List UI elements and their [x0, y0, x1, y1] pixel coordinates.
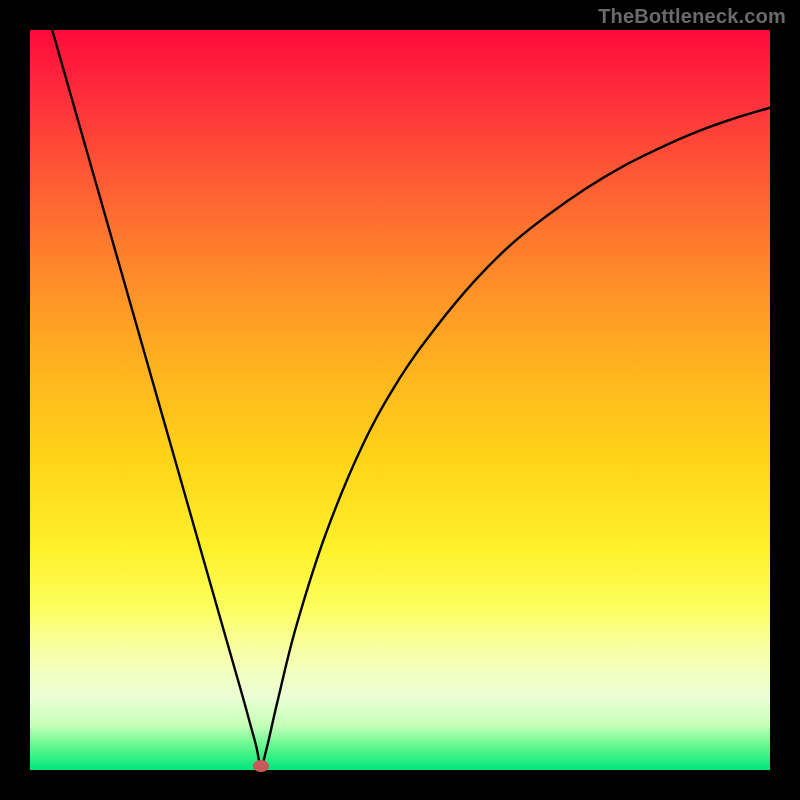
watermark-text: TheBottleneck.com — [598, 6, 786, 29]
plot-area — [30, 30, 770, 770]
chart-stage: TheBottleneck.com — [0, 0, 800, 800]
bottleneck-curve — [52, 30, 770, 766]
optimal-point-marker — [253, 760, 269, 772]
curve-svg — [30, 30, 770, 770]
